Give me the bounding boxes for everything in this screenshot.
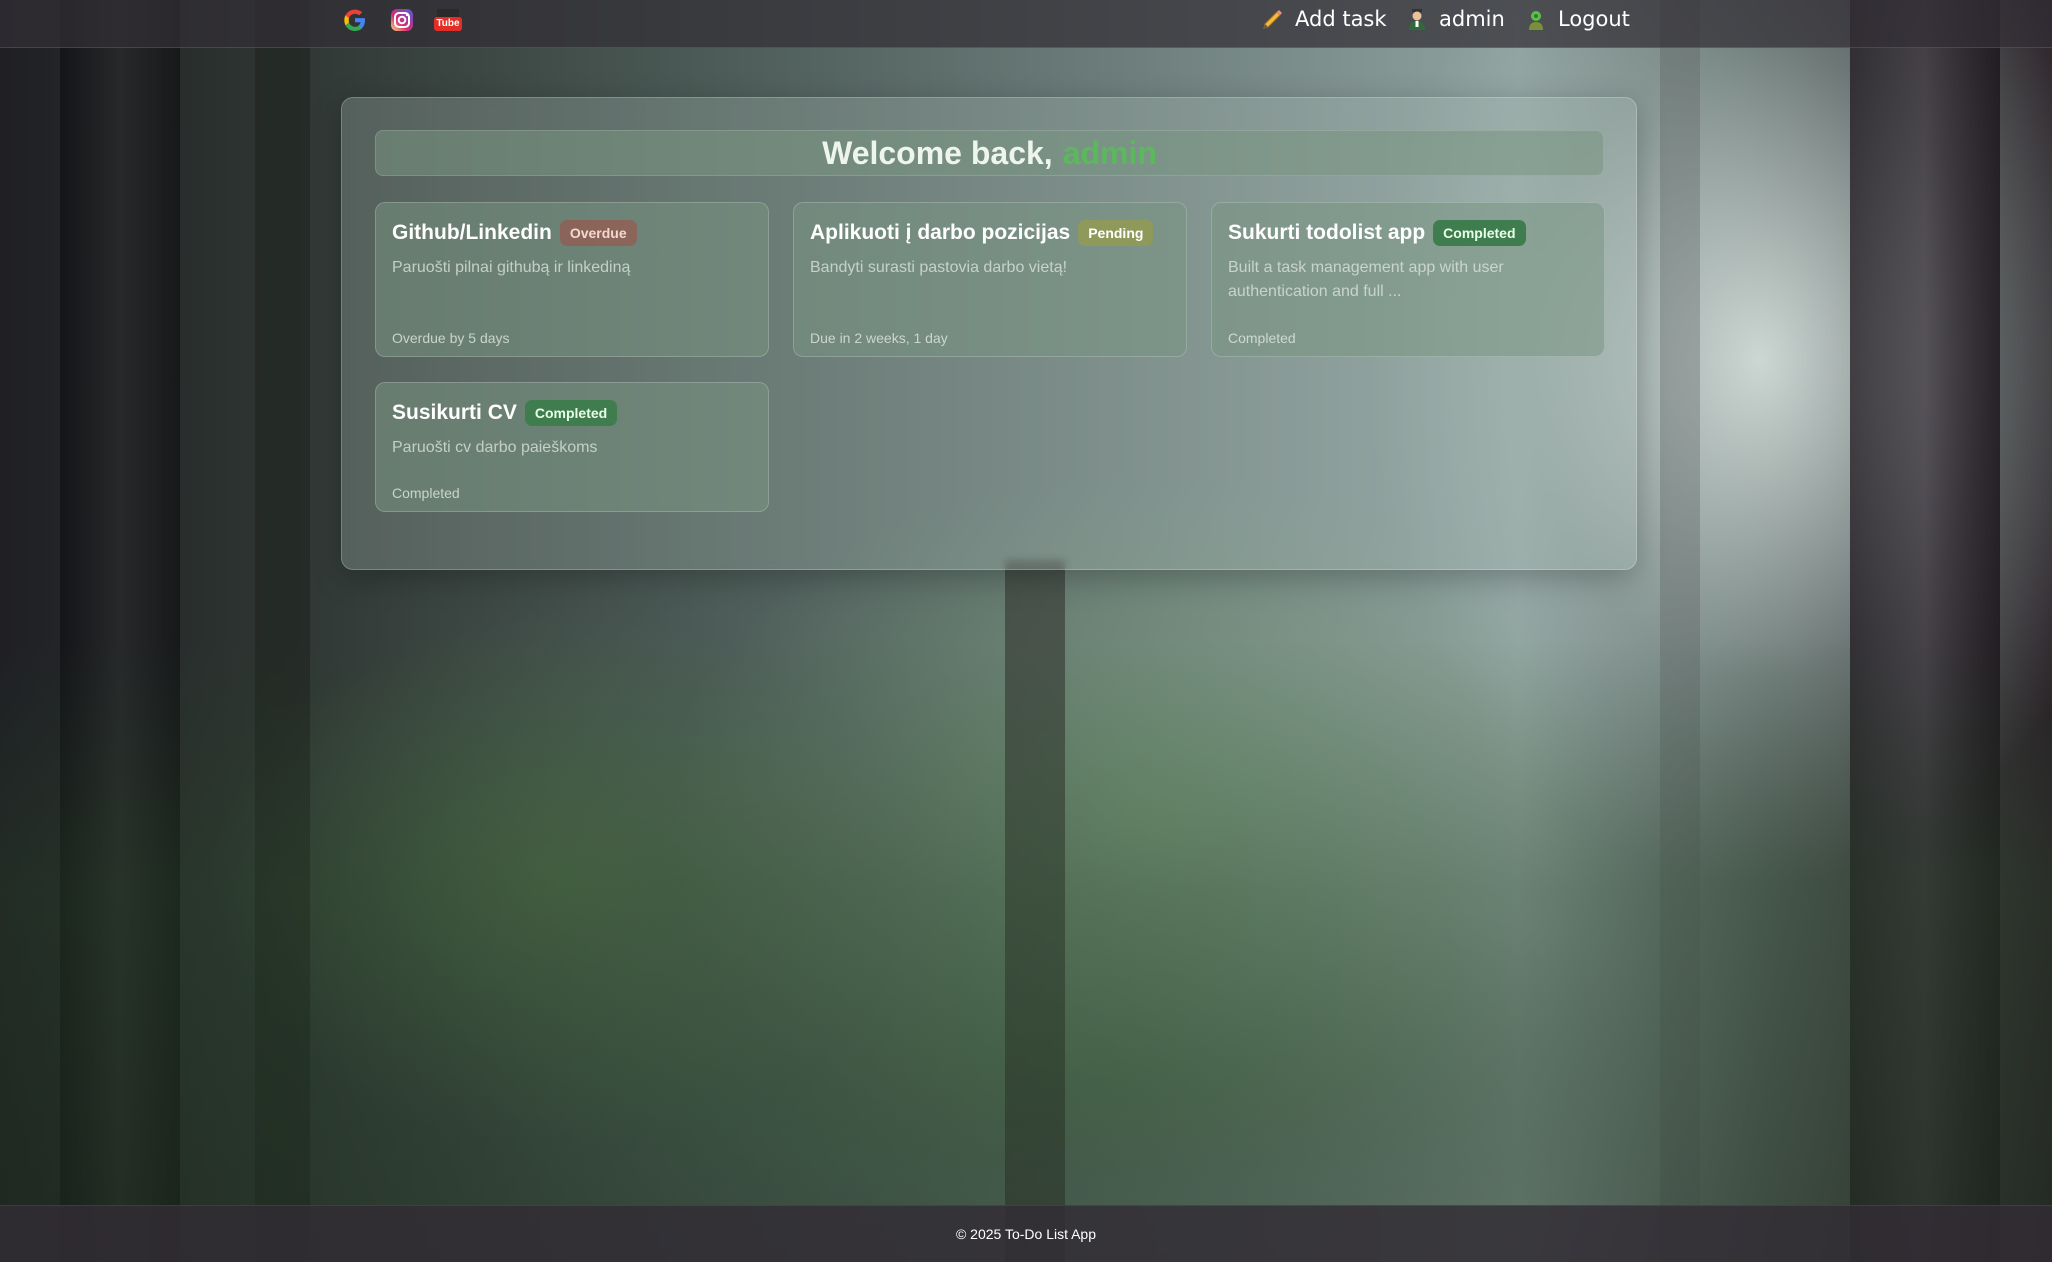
- task-title: Susikurti CV: [392, 401, 517, 424]
- task-card[interactable]: Github/Linkedin Overdue Paruošti pilnai …: [375, 202, 769, 357]
- status-badge: Completed: [524, 400, 618, 426]
- pencil-icon: [1261, 7, 1285, 31]
- task-card[interactable]: Aplikuoti į darbo pozicijas Pending Band…: [793, 202, 1187, 357]
- task-title: Sukurti todolist app: [1228, 221, 1426, 244]
- add-task-link[interactable]: Add task: [1261, 4, 1387, 34]
- footer: © 2025 To-Do List App: [0, 1205, 2052, 1262]
- user-profile-link[interactable]: admin: [1405, 4, 1505, 34]
- task-due-text: Completed: [1228, 330, 1296, 346]
- status-badge: Overdue: [559, 220, 637, 246]
- google-icon[interactable]: [341, 6, 369, 34]
- task-due-text: Completed: [392, 485, 460, 501]
- task-card[interactable]: Susikurti CV Completed Paruošti cv darbo…: [375, 382, 769, 512]
- task-description: Built a task management app with user au…: [1228, 259, 1504, 300]
- logout-icon: [1524, 7, 1548, 31]
- footer-copyright: © 2025 To-Do List App: [955, 1226, 1097, 1242]
- tasks-panel: Welcome back, admin Github/Linkedin Over…: [341, 97, 1637, 570]
- task-description: Paruošti pilnai githubą ir linkediną: [392, 259, 631, 276]
- add-task-label: Add task: [1295, 7, 1387, 31]
- task-title: Github/Linkedin: [392, 221, 552, 244]
- task-description: Bandyti surasti pastovia darbo vietą!: [810, 259, 1068, 276]
- task-description: Paruošti cv darbo paieškoms: [392, 439, 598, 456]
- logout-link[interactable]: Logout: [1524, 4, 1630, 34]
- logout-label: Logout: [1558, 7, 1630, 31]
- instagram-icon[interactable]: [388, 6, 416, 34]
- welcome-username: admin: [1062, 134, 1157, 171]
- welcome-banner: Welcome back, admin: [375, 130, 1604, 176]
- status-badge: Completed: [1433, 220, 1526, 246]
- top-navbar: Tube Add task admin Logout: [0, 0, 2052, 48]
- task-due-text: Due in 2 weeks, 1 day: [810, 330, 948, 346]
- task-title: Aplikuoti į darbo pozicijas: [810, 221, 1071, 244]
- welcome-text: Welcome back,: [822, 134, 1053, 171]
- status-badge: Pending: [1078, 220, 1154, 246]
- youtube-icon[interactable]: Tube: [434, 6, 462, 34]
- youtube-icon-text: Tube: [434, 17, 462, 31]
- task-due-text: Overdue by 5 days: [392, 330, 510, 346]
- user-avatar-icon: [1405, 7, 1429, 31]
- user-label: admin: [1439, 7, 1505, 31]
- task-card[interactable]: Sukurti todolist app Completed Built a t…: [1211, 202, 1605, 357]
